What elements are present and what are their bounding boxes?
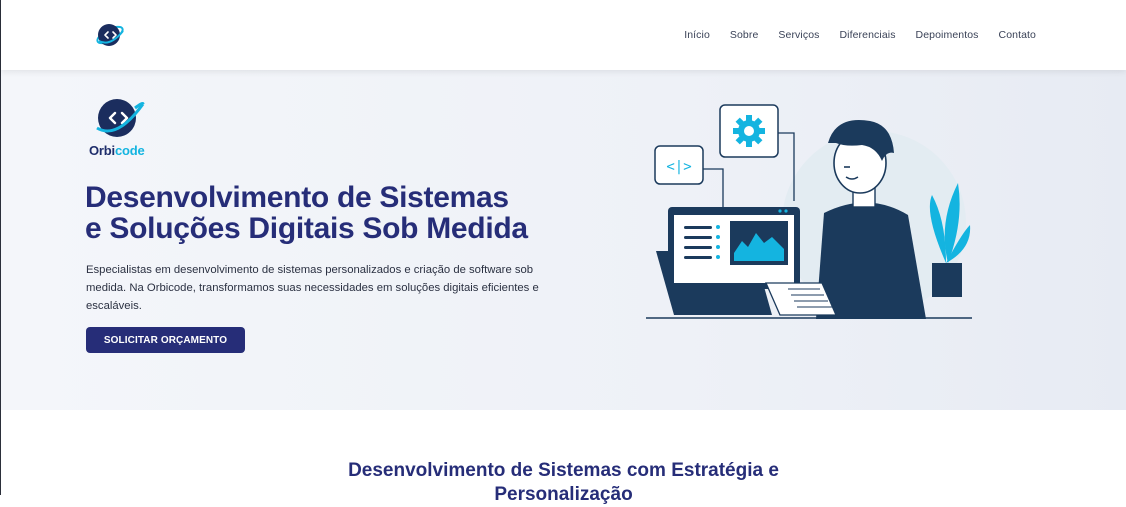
svg-text:<|>: <|>: [666, 159, 691, 175]
hero-title-line2: e Soluções Digitais Sob Medida: [85, 212, 528, 245]
hero-title-line1: Desenvolvimento de Sistemas: [85, 181, 509, 214]
developer-illustration-icon: <|>: [646, 104, 972, 319]
request-quote-button[interactable]: SOLICITAR ORÇAMENTO: [86, 327, 245, 353]
hero-description: Especialistas em desenvolvimento de sist…: [86, 264, 539, 312]
top-navbar: Início Sobre Serviços Diferenciais Depoi…: [1, 0, 1126, 70]
section-title: Desenvolvimento de Sistemas com Estratég…: [1, 459, 1126, 507]
nav-link-depoimentos[interactable]: Depoimentos: [916, 29, 979, 41]
main-nav: Início Sobre Serviços Diferenciais Depoi…: [664, 29, 1036, 41]
nav-link-diferenciais[interactable]: Diferenciais: [839, 29, 895, 41]
orbicode-logo-icon[interactable]: [94, 21, 126, 49]
orbicode-logo-icon: [96, 99, 145, 137]
brand-wordmark-part2: code: [114, 143, 145, 158]
section-title-line1: Desenvolvimento de Sistemas com Estratég…: [348, 460, 779, 481]
nav-link-contato[interactable]: Contato: [999, 29, 1036, 41]
nav-link-sobre[interactable]: Sobre: [730, 29, 759, 41]
brand-wordmark-part1: Orbi: [89, 143, 115, 158]
brand-wordmark: Orbicode: [89, 143, 145, 158]
hero-title: Desenvolvimento de Sistemas e Soluções D…: [85, 182, 605, 244]
nav-link-servicos[interactable]: Serviços: [778, 29, 819, 41]
nav-link-inicio[interactable]: Início: [684, 29, 710, 41]
hero-section: Orbicode Desenvolvimento de Sistemas e S…: [1, 70, 1126, 410]
